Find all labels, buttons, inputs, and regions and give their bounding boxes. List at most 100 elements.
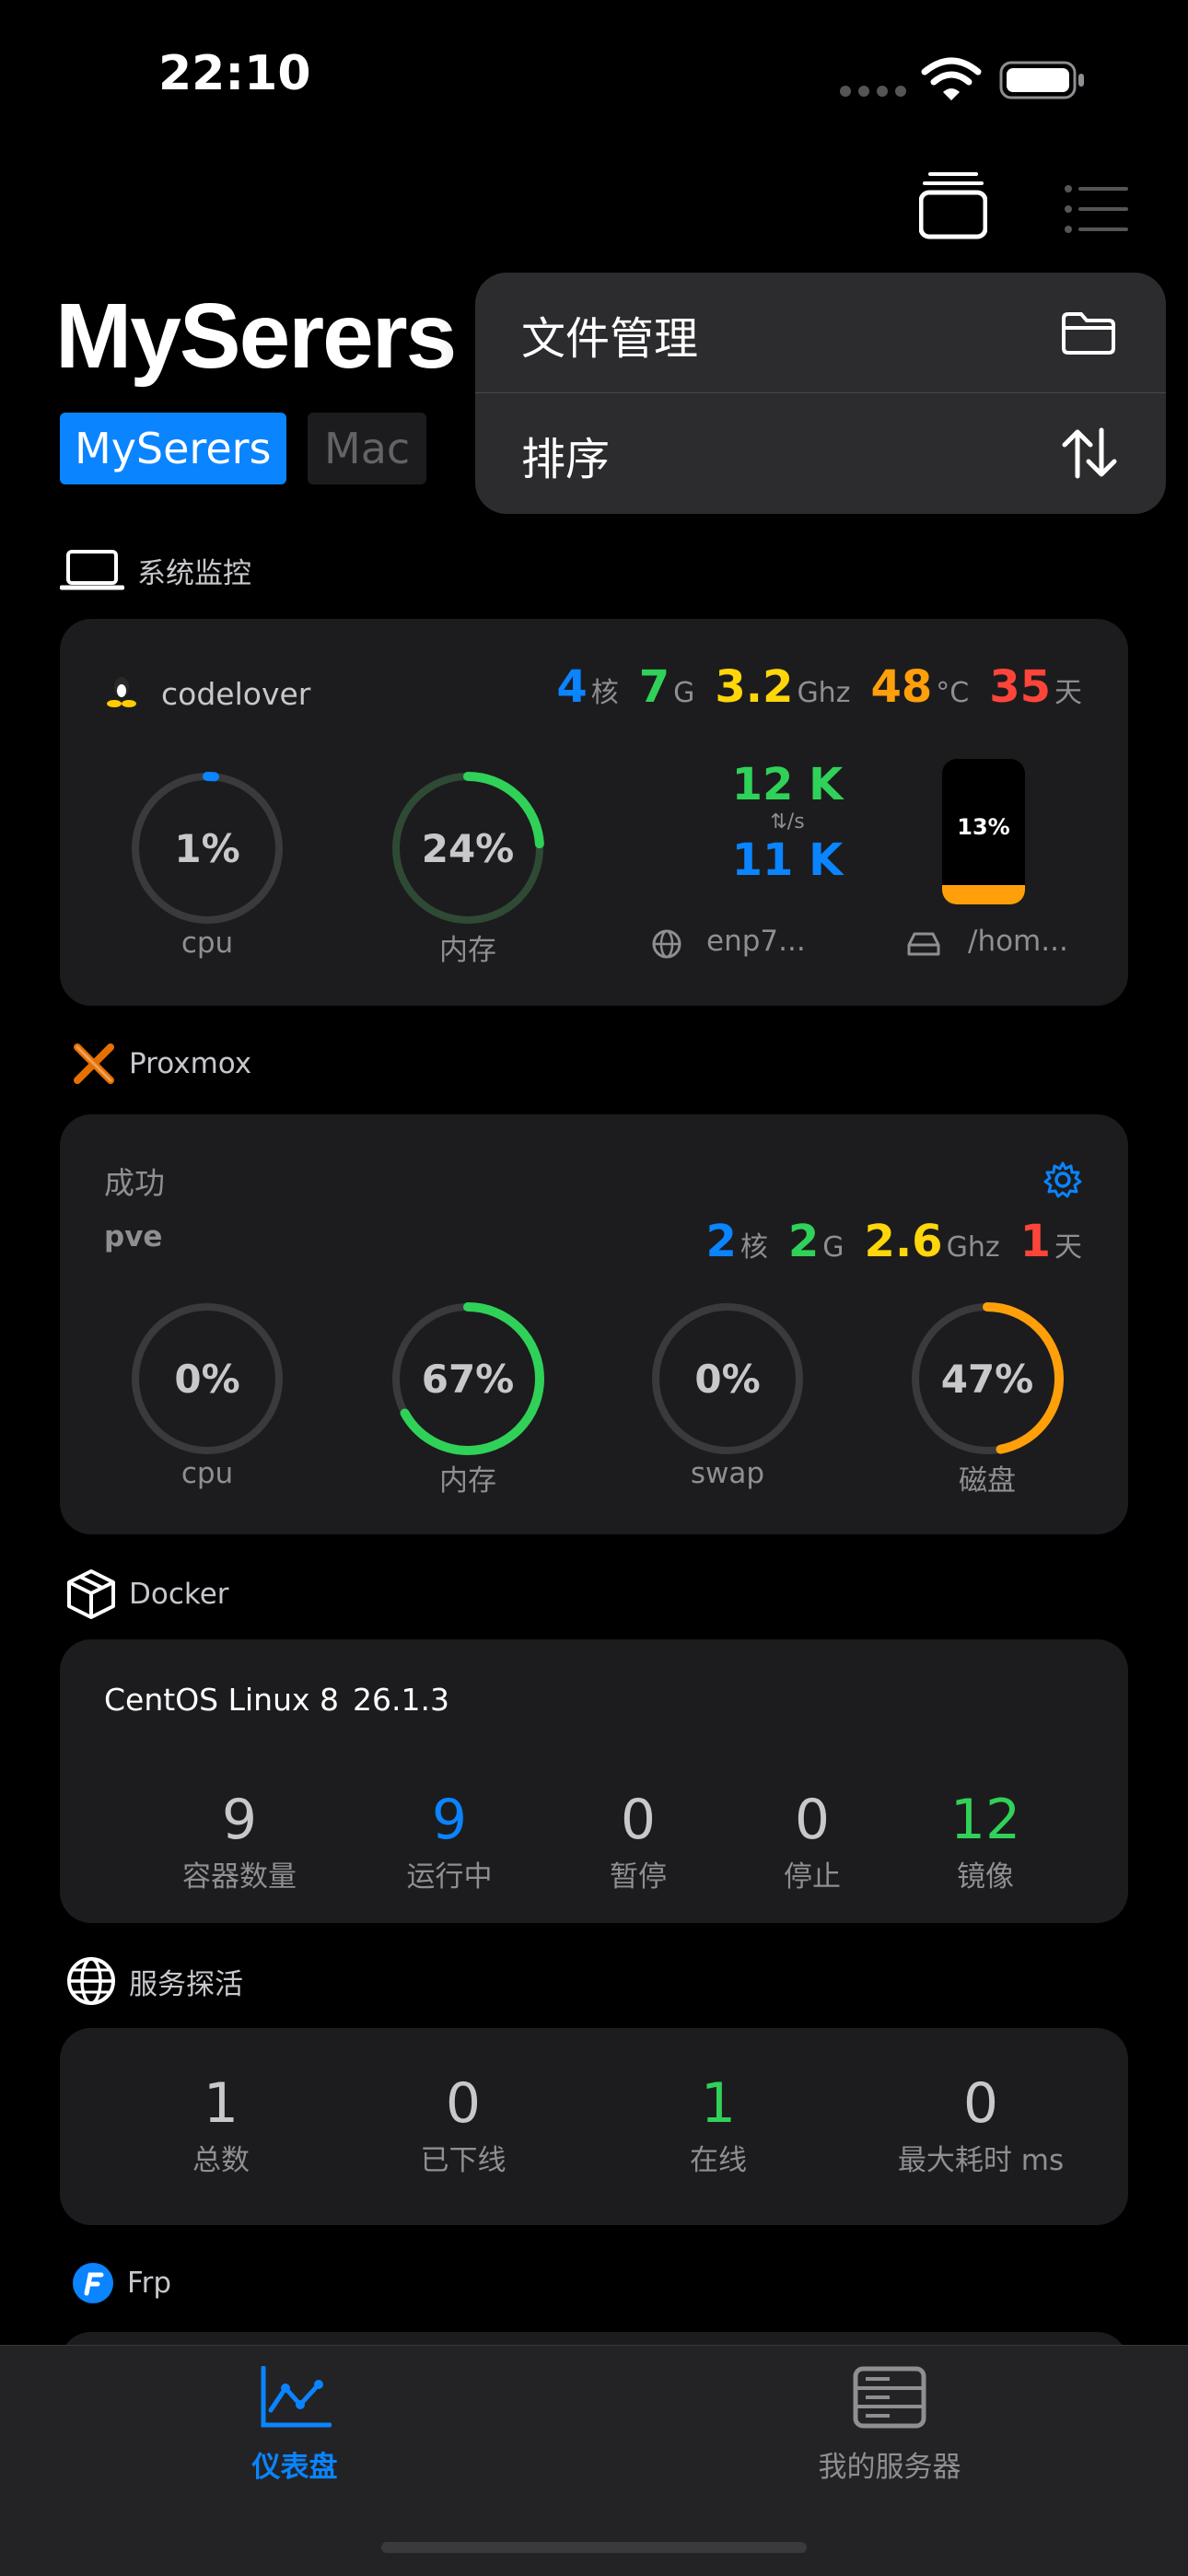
battery-icon — [999, 61, 1084, 99]
system-stats: 4核 7G 3.2 Ghz 48 °C 35 天 — [556, 661, 1082, 713]
section-proxmox: Proxmox — [72, 1043, 251, 1084]
proxmox-node: pve — [104, 1220, 163, 1253]
pve-memory-gauge: 67% — [390, 1300, 546, 1457]
cores-value: 4 — [556, 661, 588, 713]
pve-cores-unit: 核 — [740, 1231, 768, 1264]
list-icon[interactable] — [1064, 184, 1128, 234]
tab-bar: 仪表盘 我的服务器 — [0, 2345, 1188, 2576]
counter-value: 0 — [794, 1788, 831, 1852]
counter-label: 容器数量 — [182, 1860, 297, 1894]
pve-disk-gauge: 47% — [909, 1300, 1066, 1457]
counter-value: 12 — [949, 1788, 1021, 1852]
docker-containers-count: 9 容器数量 — [161, 1790, 318, 1894]
counter-label: 在线 — [690, 2144, 747, 2177]
wifi-icon — [921, 57, 982, 100]
disk-mount-path: /hom... — [968, 925, 1068, 958]
counter-label: 总数 — [192, 2144, 250, 2177]
pve-memory-value: 2 — [787, 1216, 820, 1267]
pve-swap-gauge: 0% — [649, 1300, 806, 1457]
frequency-value: 3.2 — [715, 661, 794, 713]
uptime-unit: 天 — [1054, 677, 1082, 709]
counter-label: 运行中 — [406, 1860, 493, 1894]
network-speed: 12 K ⇅/s 11 K — [649, 759, 926, 886]
pve-cpu-gauge: 0% — [129, 1300, 285, 1457]
menu-item-file-management[interactable]: 文件管理 — [475, 273, 1166, 393]
pve-memory-unit: G — [822, 1231, 844, 1264]
probe-online-count: 1 在线 — [672, 2074, 764, 2178]
counter-value: 0 — [445, 2071, 482, 2136]
hard-drive-icon — [907, 932, 940, 956]
counter-label: 镜像 — [957, 1860, 1014, 1894]
docker-images-count: 12 镜像 — [939, 1790, 1031, 1894]
globe-icon — [67, 1957, 115, 2005]
uptime-value: 35 — [989, 661, 1051, 713]
frp-logo-icon — [73, 2263, 113, 2303]
counter-label: 已下线 — [420, 2144, 507, 2177]
cpu-gauge-value: 1% — [174, 825, 240, 871]
laptop-icon — [60, 550, 124, 590]
disk-usage-value: 13% — [957, 814, 1010, 840]
pve-memory-gauge-value: 67% — [421, 1356, 515, 1402]
box-cube-icon — [67, 1569, 115, 1619]
pve-uptime-unit: 天 — [1054, 1231, 1082, 1264]
tab-myserers[interactable]: MySerers — [60, 413, 286, 484]
tab-my-servers[interactable]: 我的服务器 — [798, 2366, 982, 2495]
host-name: codelover — [161, 676, 311, 712]
tab-dashboard[interactable]: 仪表盘 — [203, 2366, 387, 2495]
pve-disk-gauge-label: 磁盘 — [959, 1464, 1016, 1498]
service-probe-card[interactable]: 1 总数 0 已下线 1 在线 0 最大耗时 ms — [60, 2028, 1128, 2225]
cores-unit: 核 — [590, 677, 619, 709]
counter-value: 0 — [962, 2071, 999, 2136]
network-down-value: 11 K — [731, 834, 844, 886]
memory-unit: G — [673, 677, 695, 709]
pve-swap-gauge-label: swap — [690, 1457, 765, 1490]
pve-cpu-gauge-value: 0% — [174, 1356, 240, 1402]
section-title: 系统监控 — [137, 556, 251, 590]
menu-item-label: 排序 — [521, 434, 611, 485]
memory-gauge-value: 24% — [421, 825, 515, 871]
docker-version: 26.1.3 — [353, 1682, 449, 1718]
section-service-probe: 服务探活 — [66, 1956, 243, 2006]
settings-gear-icon[interactable] — [1043, 1160, 1082, 1199]
temperature-value: 48 — [870, 661, 933, 713]
menu-item-sort[interactable]: 排序 — [475, 393, 1166, 514]
docker-stopped-count: 0 停止 — [766, 1790, 858, 1894]
pve-frequency-value: 2.6 — [864, 1216, 943, 1267]
proxmox-logo-icon — [74, 1043, 114, 1084]
counter-label: 最大耗时 ms — [897, 2144, 1065, 2177]
pve-cores-value: 2 — [705, 1216, 737, 1267]
cpu-gauge-label: cpu — [181, 927, 234, 960]
dropdown-menu: 文件管理 排序 — [475, 273, 1166, 514]
tab-dashboard-label: 仪表盘 — [251, 2451, 338, 2484]
probe-offline-count: 0 已下线 — [399, 2074, 528, 2178]
system-monitor-card[interactable]: codelover 4核 7G 3.2 Ghz 48 °C 35 天 1% cpu 2… — [60, 619, 1128, 1006]
proxmox-card[interactable]: 成功 pve 2核 2G 2.6 Ghz 1天 0% cpu 67% 内存 0% … — [60, 1114, 1128, 1534]
tab-my-servers-label: 我的服务器 — [818, 2451, 961, 2484]
pve-disk-gauge-value: 47% — [940, 1356, 1034, 1402]
section-title: Frp — [127, 2267, 171, 2300]
cellular-signal-icon — [840, 86, 906, 97]
pve-frequency-unit: Ghz — [946, 1231, 1000, 1264]
section-frp: Frp — [72, 2262, 171, 2304]
linux-penguin-icon — [107, 677, 136, 707]
line-chart-icon — [261, 2366, 332, 2428]
tab-mac-label: Mac — [324, 424, 411, 473]
section-title: Proxmox — [129, 1047, 252, 1080]
frequency-unit: Ghz — [797, 677, 851, 709]
section-title: 服务探活 — [129, 1967, 243, 2001]
stack-cards-icon[interactable] — [919, 170, 987, 240]
pve-cpu-gauge-label: cpu — [181, 1457, 234, 1490]
folder-icon — [1062, 312, 1115, 355]
memory-value: 7 — [638, 661, 670, 713]
network-interface: enp7... — [706, 925, 806, 958]
proxmox-stats: 2核 2G 2.6 Ghz 1天 — [705, 1216, 1082, 1267]
tab-mac[interactable]: Mac — [308, 413, 427, 484]
server-rack-icon — [853, 2366, 926, 2429]
docker-card[interactable]: CentOS Linux 8 26.1.3 9 容器数量 9 运行中 0 暂停 … — [60, 1639, 1128, 1923]
counter-value: 9 — [431, 1788, 468, 1852]
page-title: MySerers — [55, 285, 457, 388]
probe-max-latency: 0 最大耗时 ms — [875, 2074, 1087, 2178]
temperature-unit: °C — [936, 677, 970, 709]
status-time: 22:10 — [158, 46, 311, 101]
sort-arrows-icon — [1062, 427, 1117, 479]
